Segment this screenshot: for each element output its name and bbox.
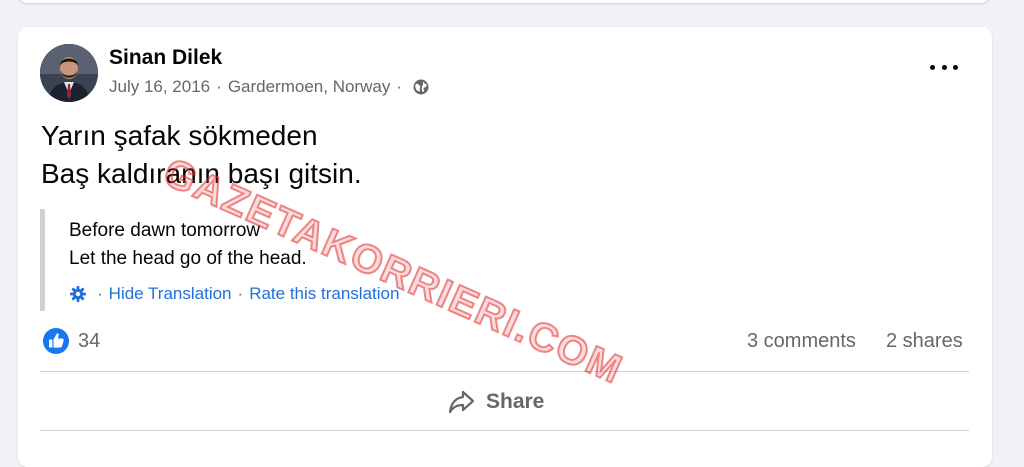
like-icon[interactable] — [42, 327, 70, 355]
post-meta: July 16, 2016 · Gardermoen, Norway · — [109, 77, 430, 97]
rate-translation-link[interactable]: Rate this translation — [249, 284, 399, 304]
like-count[interactable]: 34 — [78, 330, 100, 353]
translation-links: · Hide Translation · Rate this translati… — [69, 284, 399, 304]
share-button[interactable]: Share — [448, 385, 568, 419]
link-separator: · — [97, 284, 103, 303]
globe-icon[interactable] — [412, 78, 430, 96]
dot — [930, 64, 935, 70]
shares-count[interactable]: 2 shares — [886, 330, 963, 353]
post-text-line: Yarın şafak sökmeden — [41, 120, 318, 151]
post-location[interactable]: Gardermoen, Norway — [228, 77, 391, 97]
link-separator: · — [237, 284, 244, 303]
translation-text: Before dawn tomorrow Let the head go of … — [69, 217, 307, 273]
post-text: Yarın şafak sökmeden Baş kaldıranın başı… — [41, 117, 362, 193]
comments-count[interactable]: 3 comments — [747, 330, 856, 353]
dot — [941, 64, 947, 70]
divider — [40, 371, 969, 372]
previous-post-card — [18, 0, 990, 3]
divider — [40, 430, 969, 431]
post-card: Sinan Dilek July 16, 2016 · Gardermoen, … — [18, 27, 992, 467]
meta-separator: · — [396, 77, 402, 96]
avatar[interactable] — [40, 44, 98, 102]
meta-separator: · — [216, 77, 222, 96]
avatar-photo — [40, 44, 98, 102]
post-text-line: Baş kaldıranın başı gitsin. — [41, 158, 362, 189]
gear-icon[interactable] — [69, 285, 87, 303]
hide-translation-link[interactable]: Hide Translation — [109, 284, 232, 304]
translation-line: Before dawn tomorrow — [69, 220, 261, 241]
more-options-icon[interactable] — [930, 57, 958, 77]
translation-block: Before dawn tomorrow Let the head go of … — [40, 209, 645, 311]
share-icon — [448, 390, 475, 414]
dot — [953, 64, 958, 70]
author-name[interactable]: Sinan Dilek — [109, 46, 222, 70]
post-date[interactable]: July 16, 2016 — [109, 77, 210, 97]
share-label: Share — [486, 390, 545, 413]
translation-line: Let the head go of the head. — [69, 248, 307, 269]
